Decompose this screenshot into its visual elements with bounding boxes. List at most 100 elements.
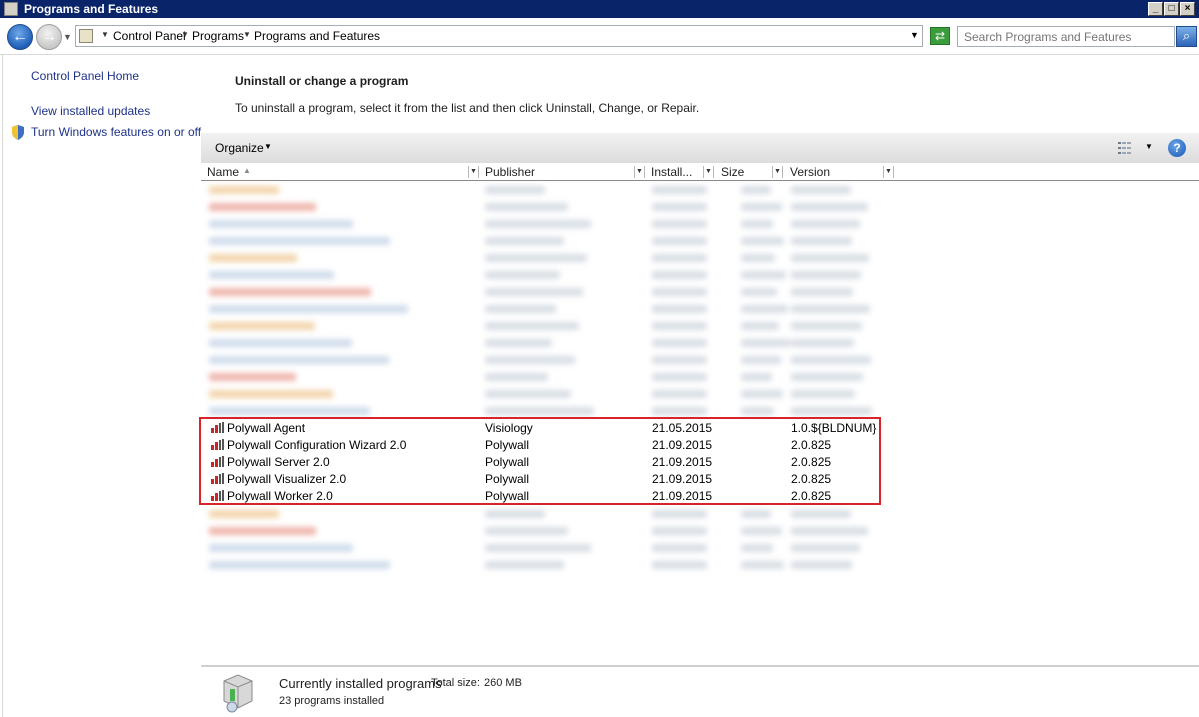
obscured-cell xyxy=(791,254,869,262)
back-button[interactable]: ← xyxy=(7,24,33,50)
obscured-cell xyxy=(741,271,786,279)
obscured-cell xyxy=(741,510,771,518)
obscured-cell xyxy=(791,203,868,211)
obscured-cell xyxy=(791,356,871,364)
total-size-label: Total size: xyxy=(431,677,480,689)
highlight-frame xyxy=(199,417,881,505)
obscured-cell xyxy=(791,544,860,552)
obscured-cell xyxy=(741,305,788,313)
obscured-cell xyxy=(652,220,707,228)
control-panel-home-link[interactable]: Control Panel Home xyxy=(31,69,139,83)
obscured-cell xyxy=(652,203,707,211)
obscured-cell xyxy=(485,220,591,228)
organize-button[interactable]: Organize xyxy=(215,141,264,155)
obscured-cell xyxy=(791,339,854,347)
help-icon[interactable]: ? xyxy=(1168,139,1186,157)
obscured-cell xyxy=(485,407,594,415)
sort-ascending-icon: ▲ xyxy=(243,166,251,175)
obscured-cell xyxy=(741,220,773,228)
address-box[interactable]: ▼ Control Panel ▼ Programs ▼ Programs an… xyxy=(75,25,923,47)
breadcrumb-control-panel[interactable]: Control Panel xyxy=(113,29,186,43)
installed-filter-dropdown[interactable]: ▼ xyxy=(703,166,714,178)
obscured-cell xyxy=(209,203,316,211)
page-title: Uninstall or change a program xyxy=(235,74,409,88)
footer-title: Currently installed programs xyxy=(279,676,442,691)
column-header-row: Name ▲ ▼ Publisher ▼ Install... ▼ Size ▼… xyxy=(201,163,1199,181)
breadcrumb-programs-and-features[interactable]: Programs and Features xyxy=(254,29,380,43)
maximize-button[interactable]: □ xyxy=(1164,2,1179,16)
publisher-filter-dropdown[interactable]: ▼ xyxy=(634,166,645,178)
column-size[interactable]: Size xyxy=(721,165,744,179)
organize-dropdown-icon[interactable]: ▼ xyxy=(264,142,272,151)
obscured-cell xyxy=(741,390,783,398)
obscured-cell xyxy=(209,561,390,569)
column-installed-on[interactable]: Install... xyxy=(651,165,692,179)
obscured-cell xyxy=(652,544,707,552)
breadcrumb-programs[interactable]: Programs xyxy=(192,29,244,43)
obscured-cell xyxy=(791,305,870,313)
refresh-button[interactable]: ⇄ xyxy=(930,27,950,45)
obscured-cell xyxy=(209,356,389,364)
obscured-cell xyxy=(652,339,707,347)
back-arrow-icon: ← xyxy=(12,28,28,45)
title-bar: Programs and Features _ □ × xyxy=(0,0,1199,18)
column-publisher[interactable]: Publisher xyxy=(485,165,535,179)
name-filter-dropdown[interactable]: ▼ xyxy=(468,166,479,178)
obscured-cell xyxy=(791,407,872,415)
obscured-cell xyxy=(209,339,352,347)
obscured-cell xyxy=(741,203,782,211)
obscured-cell xyxy=(209,237,390,245)
program-count: 23 programs installed xyxy=(279,695,385,707)
chevron-down-icon[interactable]: ▼ xyxy=(101,30,109,39)
windows-features-link[interactable]: Turn Windows features on or off xyxy=(31,125,201,139)
close-button[interactable]: × xyxy=(1180,2,1195,16)
obscured-cell xyxy=(741,561,784,569)
view-installed-updates-link[interactable]: View installed updates xyxy=(31,104,150,118)
view-dropdown-icon[interactable]: ▼ xyxy=(1145,142,1153,151)
recent-pages-dropdown[interactable]: ▼ xyxy=(63,32,72,42)
minimize-button[interactable]: _ xyxy=(1148,2,1163,16)
chevron-down-icon[interactable]: ▼ xyxy=(181,30,189,39)
obscured-cell xyxy=(652,407,707,415)
obscured-cell xyxy=(485,339,552,347)
search-button[interactable]: ⌕ xyxy=(1176,26,1197,47)
search-input[interactable] xyxy=(957,26,1175,47)
chevron-down-icon[interactable]: ▼ xyxy=(243,30,251,39)
obscured-cell xyxy=(209,510,279,518)
obscured-cell xyxy=(485,527,568,535)
obscured-cell xyxy=(209,373,296,381)
obscured-cell xyxy=(209,322,315,330)
obscured-cell xyxy=(485,510,545,518)
total-size-value: 260 MB xyxy=(484,677,522,689)
obscured-cell xyxy=(791,510,851,518)
obscured-cell xyxy=(209,305,408,313)
obscured-cell xyxy=(485,373,548,381)
obscured-cell xyxy=(652,254,707,262)
search-icon: ⌕ xyxy=(1182,28,1191,43)
obscured-cell xyxy=(741,254,775,262)
column-name[interactable]: Name xyxy=(207,165,239,179)
obscured-cell xyxy=(741,339,790,347)
obscured-cell xyxy=(652,305,707,313)
obscured-cell xyxy=(791,220,860,228)
obscured-cell xyxy=(652,510,707,518)
obscured-cell xyxy=(485,254,587,262)
obscured-cell xyxy=(652,288,707,296)
obscured-cell xyxy=(485,390,571,398)
obscured-cell xyxy=(741,407,774,415)
obscured-cell xyxy=(485,186,545,194)
column-version[interactable]: Version xyxy=(790,165,830,179)
obscured-cell xyxy=(652,527,707,535)
obscured-cell xyxy=(652,356,707,364)
size-filter-dropdown[interactable]: ▼ xyxy=(772,166,783,178)
obscured-cell xyxy=(209,288,371,296)
obscured-cell xyxy=(209,544,353,552)
view-options-icon[interactable] xyxy=(1118,141,1134,155)
obscured-cell xyxy=(485,561,564,569)
obscured-cell xyxy=(485,203,568,211)
instructions-text: To uninstall a program, select it from t… xyxy=(235,101,700,115)
version-filter-dropdown[interactable]: ▼ xyxy=(883,166,894,178)
obscured-cell xyxy=(209,527,316,535)
forward-button[interactable]: → xyxy=(36,24,62,50)
address-dropdown[interactable]: ▼ xyxy=(910,30,919,40)
